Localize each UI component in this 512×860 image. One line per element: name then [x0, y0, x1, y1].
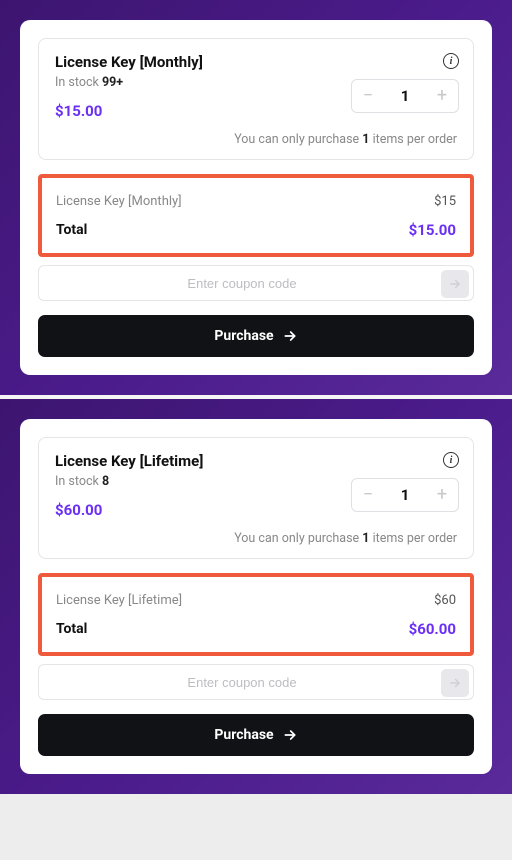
- summary-item-name: License Key [Monthly]: [56, 194, 182, 209]
- arrow-right-icon: [282, 727, 298, 743]
- arrow-right-icon: [282, 328, 298, 344]
- checkout-section-lifetime: i License Key [Lifetime] In stock 8 − 1 …: [0, 399, 512, 794]
- order-summary-highlight: License Key [Monthly] $15 Total $15.00: [38, 174, 474, 257]
- product-title: License Key [Lifetime]: [55, 452, 457, 470]
- stock-count: 99+: [102, 75, 123, 90]
- checkout-card: i License Key [Lifetime] In stock 8 − 1 …: [20, 419, 492, 774]
- summary-item-price: $60: [434, 593, 456, 608]
- summary-total-row: Total $60.00: [56, 620, 456, 638]
- summary-total-row: Total $15.00: [56, 221, 456, 239]
- qty-increase-button[interactable]: +: [426, 87, 458, 105]
- coupon-input[interactable]: [51, 675, 433, 690]
- product-box: i License Key [Monthly] In stock 99+ − 1…: [38, 38, 474, 160]
- stock-count: 8: [102, 474, 109, 489]
- total-price: $60.00: [409, 620, 456, 638]
- summary-line-item: License Key [Lifetime] $60: [56, 593, 456, 608]
- quantity-stepper[interactable]: − 1 +: [351, 79, 459, 113]
- coupon-submit-button[interactable]: [441, 669, 469, 697]
- stock-label: In stock: [55, 474, 102, 489]
- coupon-row: [38, 664, 474, 700]
- coupon-row: [38, 265, 474, 301]
- purchase-limit-note: You can only purchase 1 items per order: [55, 132, 457, 147]
- checkout-card: i License Key [Monthly] In stock 99+ − 1…: [20, 20, 492, 375]
- qty-value: 1: [384, 87, 426, 105]
- arrow-right-icon: [448, 676, 462, 690]
- qty-decrease-button[interactable]: −: [352, 486, 384, 504]
- purchase-button[interactable]: Purchase: [38, 714, 474, 756]
- total-label: Total: [56, 621, 87, 637]
- product-box: i License Key [Lifetime] In stock 8 − 1 …: [38, 437, 474, 559]
- purchase-label: Purchase: [214, 727, 273, 743]
- qty-value: 1: [384, 486, 426, 504]
- info-icon[interactable]: i: [443, 53, 459, 69]
- qty-decrease-button[interactable]: −: [352, 87, 384, 105]
- purchase-limit-note: You can only purchase 1 items per order: [55, 531, 457, 546]
- coupon-submit-button[interactable]: [441, 270, 469, 298]
- purchase-label: Purchase: [214, 328, 273, 344]
- coupon-input[interactable]: [51, 276, 433, 291]
- total-price: $15.00: [409, 221, 456, 239]
- total-label: Total: [56, 222, 87, 238]
- summary-item-name: License Key [Lifetime]: [56, 593, 182, 608]
- stock-label: In stock: [55, 75, 102, 90]
- summary-line-item: License Key [Monthly] $15: [56, 194, 456, 209]
- qty-increase-button[interactable]: +: [426, 486, 458, 504]
- purchase-button[interactable]: Purchase: [38, 315, 474, 357]
- checkout-section-monthly: i License Key [Monthly] In stock 99+ − 1…: [0, 0, 512, 395]
- page-bottom-spacer: [0, 794, 512, 860]
- order-summary-highlight: License Key [Lifetime] $60 Total $60.00: [38, 573, 474, 656]
- summary-item-price: $15: [434, 194, 456, 209]
- quantity-stepper[interactable]: − 1 +: [351, 478, 459, 512]
- info-icon[interactable]: i: [443, 452, 459, 468]
- arrow-right-icon: [448, 277, 462, 291]
- product-title: License Key [Monthly]: [55, 53, 457, 71]
